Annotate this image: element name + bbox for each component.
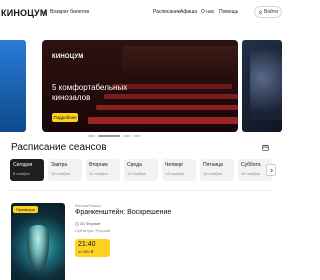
cinema-screen-image: [122, 46, 238, 74]
day-date: 13 ноября: [165, 171, 184, 176]
movie-title[interactable]: Франкенштейн: Воскрешение: [75, 209, 171, 216]
day-tab-thursday[interactable]: Четверг 13 ноября: [162, 159, 196, 181]
premiere-badge: Премьера: [13, 206, 38, 213]
nav-schedule[interactable]: Расписание: [153, 9, 181, 15]
divider: [10, 190, 272, 191]
movie-language: Субтитры: Русский: [75, 228, 111, 233]
return-arrow-icon: [43, 9, 47, 15]
session-button[interactable]: 21:40 от 350 ₽: [75, 239, 110, 257]
nav-about[interactable]: О нас: [201, 9, 214, 15]
nav-help[interactable]: Помощь: [219, 9, 238, 15]
day-tab-tuesday[interactable]: Вторник 11 ноября: [86, 159, 120, 181]
movie-genre: Фильм/Ужасы: [75, 203, 101, 208]
slide-brand: КИНОЦУМ: [52, 54, 84, 60]
day-name: Вторник: [89, 162, 108, 168]
day-name: Завтра: [51, 162, 68, 168]
carousel-prev-slide[interactable]: [0, 40, 26, 132]
session-time: 21:40: [78, 241, 96, 248]
day-tab-wednesday[interactable]: Среда 12 ноября: [124, 159, 158, 181]
promo-carousel[interactable]: КИНОЦУМ 5 комфортабельных кинозалов Подр…: [0, 40, 282, 137]
day-tab-friday[interactable]: Пятница 14 ноября: [200, 159, 234, 181]
day-tab-today[interactable]: Сегодня 8 ноября: [10, 159, 44, 181]
day-name: Среда: [127, 162, 142, 168]
carousel-next-slide[interactable]: [242, 40, 282, 132]
site-logo[interactable]: КИНОЦУМ: [0, 8, 48, 18]
carousel-dot[interactable]: [88, 135, 95, 137]
day-date: 8 ноября: [13, 171, 30, 176]
day-date: 12 ноября: [127, 171, 146, 176]
carousel-dots: [88, 135, 140, 137]
film-icon: [75, 222, 79, 225]
day-tab-tomorrow[interactable]: Завтра 10 ноября: [48, 159, 82, 181]
day-date: 10 ноября: [51, 171, 70, 176]
day-name: Сегодня: [13, 162, 33, 168]
logo-text: КИНОЦУМ: [1, 8, 48, 18]
seat-row: [96, 105, 238, 110]
seat-row: [88, 117, 238, 124]
days-next-button[interactable]: [266, 164, 276, 176]
day-date: 14 ноября: [203, 171, 222, 176]
movie-format: 2D Формат: [75, 221, 100, 226]
chevron-right-icon: [270, 168, 273, 172]
slide-title: 5 комфортабельных кинозалов: [52, 83, 128, 102]
nav-afisha[interactable]: Афиша: [180, 9, 197, 15]
site-header: КИНОЦУМ Возврат билетов Расписание Афиша…: [0, 0, 282, 26]
carousel-dot[interactable]: [123, 135, 130, 137]
carousel-dot[interactable]: [133, 135, 140, 137]
poster-image: [27, 225, 49, 271]
movie-poster[interactable]: Премьера: [11, 203, 65, 280]
refund-link[interactable]: Возврат билетов: [42, 9, 89, 15]
slide-more-button[interactable]: Подробнее: [52, 113, 78, 122]
schedule-title: Расписание сеансов: [11, 142, 107, 153]
login-label: Войти: [264, 9, 278, 15]
day-tabs: Сегодня 8 ноября Завтра 10 ноября Вторник 1…: [10, 159, 272, 181]
carousel-dot-active[interactable]: [98, 135, 120, 137]
slide-image: [250, 50, 282, 120]
day-name: Пятница: [203, 162, 223, 168]
refund-label: Возврат билетов: [50, 9, 89, 15]
day-name: Четверг: [165, 162, 184, 168]
movie-format-label: 2D Формат: [80, 221, 101, 226]
calendar-icon[interactable]: [262, 144, 269, 151]
carousel-active-slide[interactable]: КИНОЦУМ 5 комфортабельных кинозалов Подр…: [42, 40, 238, 132]
login-button[interactable]: Войти: [254, 6, 282, 18]
day-date: 11 ноября: [89, 171, 108, 176]
session-price: от 350 ₽: [78, 249, 94, 254]
user-icon: [258, 9, 263, 15]
